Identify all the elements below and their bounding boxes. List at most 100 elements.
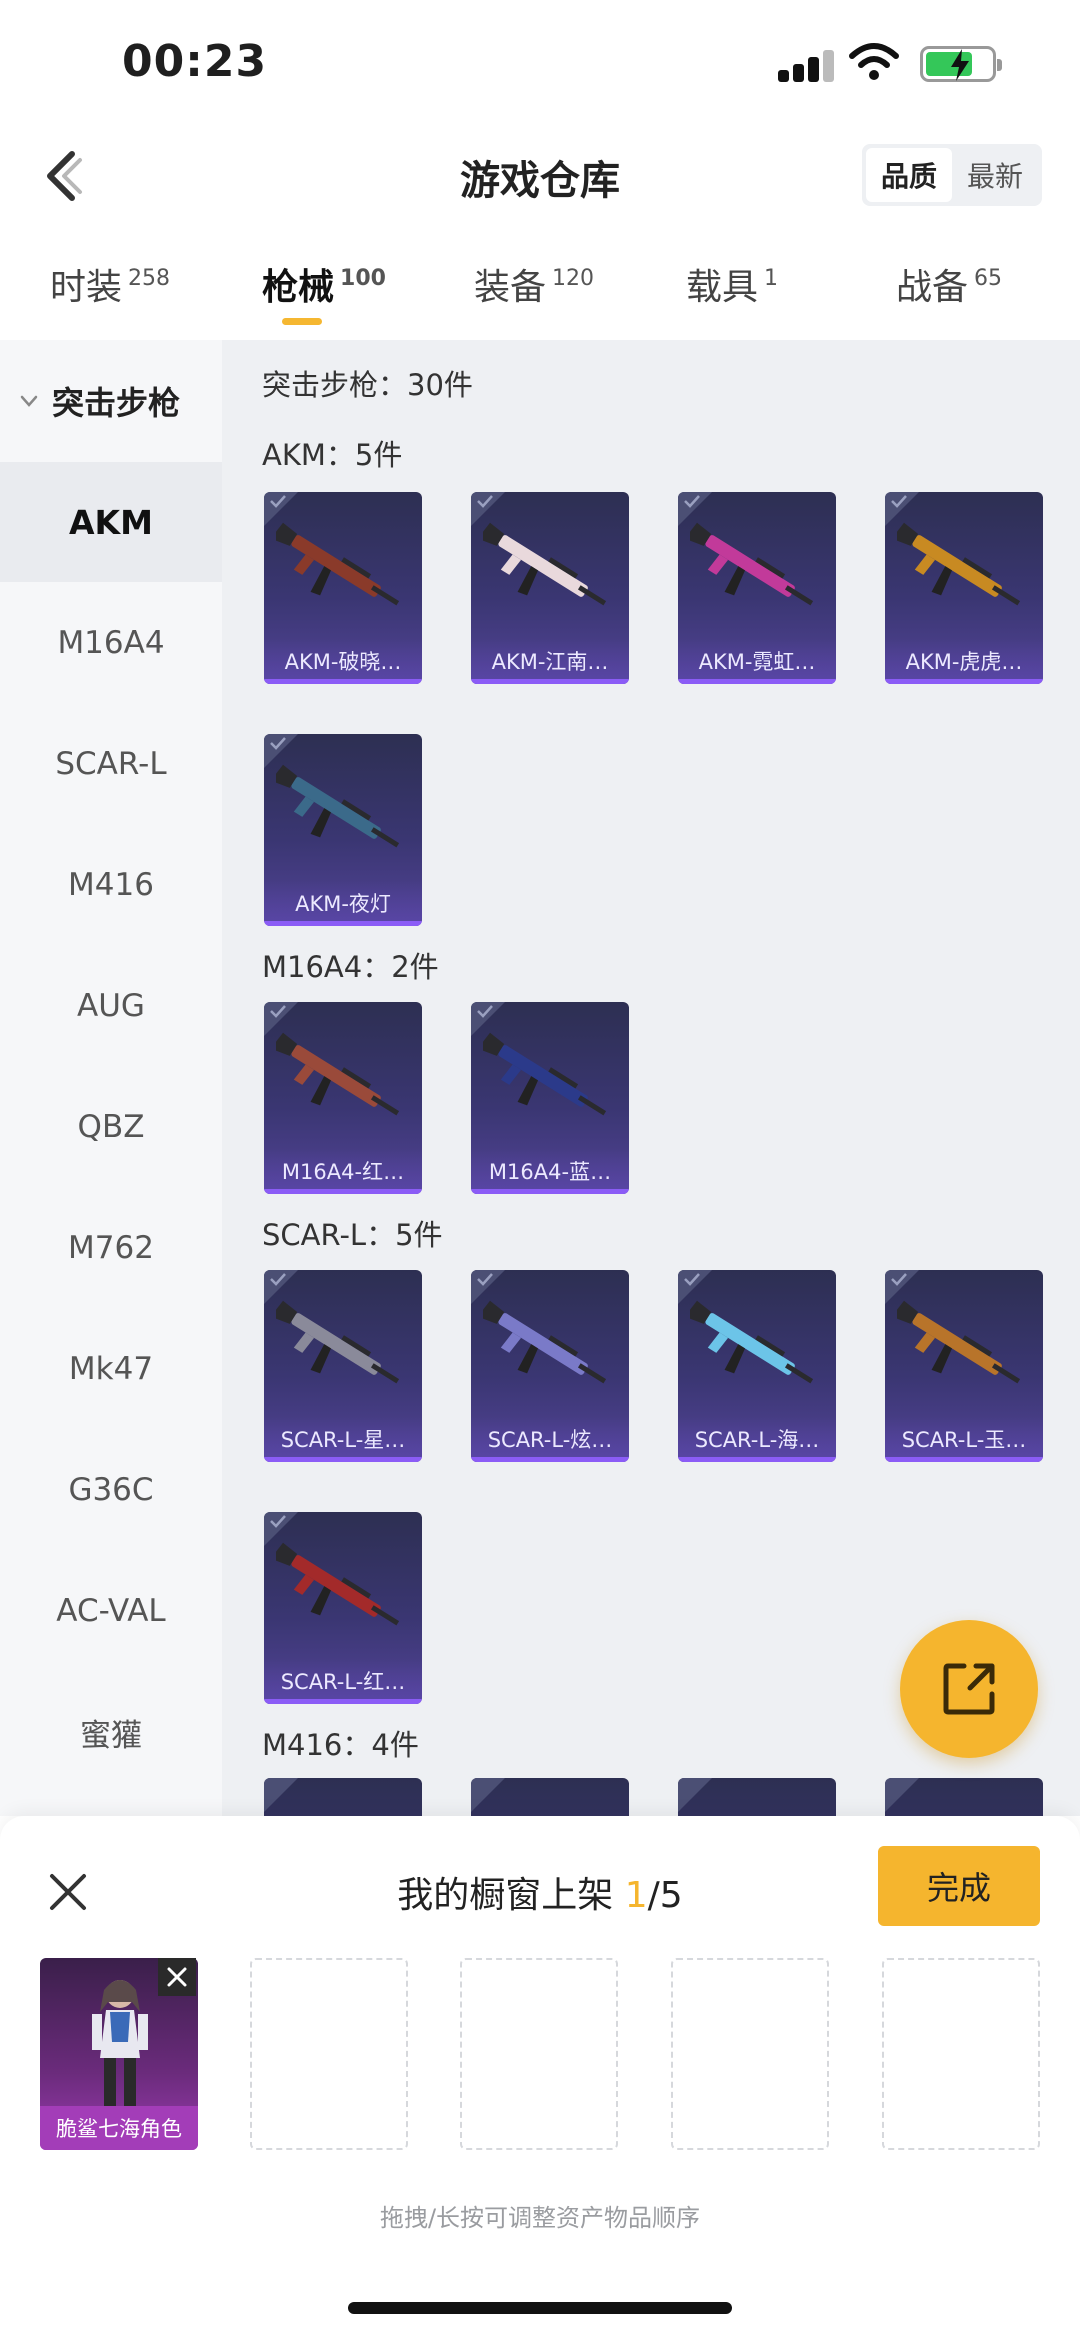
showcase-title-text: 我的橱窗上架 bbox=[397, 1875, 625, 1916]
home-indicator bbox=[348, 2302, 732, 2314]
sidebar-item-ac-val[interactable]: AC-VAL bbox=[0, 1551, 222, 1671]
weapon-name: M16A4-红… bbox=[264, 1148, 422, 1194]
sort-toggle: 品质 最新 bbox=[862, 144, 1042, 206]
weapon-grid-panel: 突击步枪：30件 AKM：5件 AKM-破晓… AKM-江南… AKM-霓虹… … bbox=[222, 340, 1080, 1816]
showcase-slot-empty[interactable] bbox=[460, 1958, 618, 2150]
weapon-card[interactable] bbox=[885, 1778, 1043, 1816]
sort-newest-button[interactable]: 最新 bbox=[952, 148, 1038, 202]
showcase-count-total: /5 bbox=[647, 1875, 683, 1916]
weapon-card[interactable]: SCAR-L-炫… bbox=[471, 1270, 629, 1462]
tab-label: 装备 bbox=[474, 267, 547, 308]
weapon-card[interactable]: SCAR-L-玉… bbox=[885, 1270, 1043, 1462]
weapon-card[interactable]: SCAR-L-星… bbox=[264, 1270, 422, 1462]
weapon-card[interactable]: AKM-夜灯 bbox=[264, 734, 422, 926]
sort-quality-button[interactable]: 品质 bbox=[866, 148, 952, 202]
weapon-card[interactable]: SCAR-L-海… bbox=[678, 1270, 836, 1462]
check-icon bbox=[891, 1273, 907, 1286]
check-icon bbox=[477, 1273, 493, 1286]
check-icon bbox=[270, 1005, 286, 1018]
sidebar-group-label: 突击步枪 bbox=[52, 384, 181, 422]
rifle-icon bbox=[483, 1032, 607, 1116]
weapon-card[interactable] bbox=[471, 1778, 629, 1816]
rifle-icon bbox=[276, 522, 400, 606]
battery-icon bbox=[920, 46, 1002, 82]
status-bar: 00:23 bbox=[0, 0, 1080, 130]
check-icon bbox=[270, 1273, 286, 1286]
showcase-item-name: 脆鲨七海角色 bbox=[40, 2106, 198, 2150]
sidebar-group-assault-rifles[interactable]: 突击步枪 bbox=[0, 376, 222, 426]
rifle-icon bbox=[276, 1542, 400, 1626]
sidebar-item-scar-l[interactable]: SCAR-L bbox=[0, 704, 222, 824]
weapon-name: SCAR-L-海… bbox=[678, 1416, 836, 1462]
weapon-card[interactable] bbox=[264, 1778, 422, 1816]
weapon-name: M16A4-蓝… bbox=[471, 1148, 629, 1194]
weapon-card[interactable]: AKM-虎虎… bbox=[885, 492, 1043, 684]
tab-count: 100 bbox=[340, 266, 386, 291]
tab-label: 战备 bbox=[896, 267, 969, 308]
tab-label: 枪械 bbox=[262, 267, 335, 308]
weapon-card[interactable] bbox=[678, 1778, 836, 1816]
rifle-icon bbox=[690, 522, 814, 606]
sidebar-item-honey-badger[interactable]: 蜜獾 bbox=[0, 1672, 222, 1792]
rifle-icon bbox=[483, 522, 607, 606]
showcase-slot-empty[interactable] bbox=[671, 1958, 829, 2150]
weapon-name: SCAR-L-红… bbox=[264, 1658, 422, 1704]
tab-outfits[interactable]: 时装 258 bbox=[50, 258, 170, 310]
category-tabs: 时装 258 枪械 100 装备 120 载具 1 战备 65 bbox=[0, 250, 1080, 340]
sidebar-item-g36c[interactable]: G36C bbox=[0, 1430, 222, 1550]
weapon-card[interactable]: AKM-破晓… bbox=[264, 492, 422, 684]
reorder-hint: 拖拽/长按可调整资产物品顺序 bbox=[379, 2204, 701, 2232]
weapon-name: SCAR-L-炫… bbox=[471, 1416, 629, 1462]
tab-count: 120 bbox=[552, 266, 595, 291]
weapon-name: SCAR-L-玉… bbox=[885, 1416, 1043, 1462]
tab-count: 1 bbox=[764, 266, 779, 291]
sidebar-item-m16a4[interactable]: M16A4 bbox=[0, 583, 222, 703]
check-icon bbox=[477, 1005, 493, 1018]
rifle-icon bbox=[690, 1300, 814, 1384]
weapon-card[interactable]: SCAR-L-红… bbox=[264, 1512, 422, 1704]
sidebar-item-mk47[interactable]: Mk47 bbox=[0, 1309, 222, 1429]
tab-vehicles[interactable]: 载具 1 bbox=[686, 258, 778, 310]
tab-guns[interactable]: 枪械 100 bbox=[262, 258, 386, 310]
section-title-m16a4: M16A4：2件 bbox=[262, 950, 439, 984]
tab-label: 时装 bbox=[50, 267, 123, 308]
check-icon bbox=[684, 1273, 700, 1286]
status-time: 00:23 bbox=[122, 36, 268, 87]
rifle-icon bbox=[897, 1300, 1021, 1384]
cellular-signal-icon bbox=[778, 48, 836, 82]
sidebar-item-aug[interactable]: AUG bbox=[0, 946, 222, 1066]
check-icon bbox=[477, 495, 493, 508]
section-title-akm: AKM：5件 bbox=[262, 438, 403, 472]
tab-gear[interactable]: 战备 65 bbox=[896, 258, 1002, 310]
weapon-card[interactable]: AKM-霓虹… bbox=[678, 492, 836, 684]
weapon-name: AKM-夜灯 bbox=[264, 880, 422, 926]
weapon-name: AKM-虎虎… bbox=[885, 638, 1043, 684]
check-icon bbox=[270, 1515, 286, 1528]
done-button[interactable]: 完成 bbox=[878, 1846, 1040, 1926]
weapon-name: AKM-江南… bbox=[471, 638, 629, 684]
check-icon bbox=[270, 495, 286, 508]
rifle-icon bbox=[483, 1300, 607, 1384]
rifle-icon bbox=[276, 1300, 400, 1384]
weapon-card[interactable]: M16A4-蓝… bbox=[471, 1002, 629, 1194]
sidebar-item-m416[interactable]: M416 bbox=[0, 825, 222, 945]
sidebar-item-qbz[interactable]: QBZ bbox=[0, 1067, 222, 1187]
share-icon bbox=[943, 1663, 995, 1715]
nav-bar: 游戏仓库 品质 最新 bbox=[0, 130, 1080, 222]
rifle-icon bbox=[276, 1032, 400, 1116]
sidebar-item-m762[interactable]: M762 bbox=[0, 1188, 222, 1308]
showcase-slot-empty[interactable] bbox=[882, 1958, 1040, 2150]
sidebar-item-akm[interactable]: AKM bbox=[0, 462, 222, 582]
remove-item-button[interactable] bbox=[158, 1958, 196, 1996]
weapon-card[interactable]: AKM-江南… bbox=[471, 492, 629, 684]
tab-equipment[interactable]: 装备 120 bbox=[474, 258, 594, 310]
section-title-scar-l: SCAR-L：5件 bbox=[262, 1218, 443, 1252]
share-button[interactable] bbox=[900, 1620, 1038, 1758]
weapon-name: AKM-霓虹… bbox=[678, 638, 836, 684]
tab-label: 载具 bbox=[686, 267, 759, 308]
weapon-card[interactable]: M16A4-红… bbox=[264, 1002, 422, 1194]
check-icon bbox=[684, 495, 700, 508]
weapon-sidebar: 突击步枪 AKM M16A4 SCAR-L M416 AUG QBZ M762 … bbox=[0, 340, 222, 1816]
showcase-slot-empty[interactable] bbox=[250, 1958, 408, 2150]
weapon-name: SCAR-L-星… bbox=[264, 1416, 422, 1462]
